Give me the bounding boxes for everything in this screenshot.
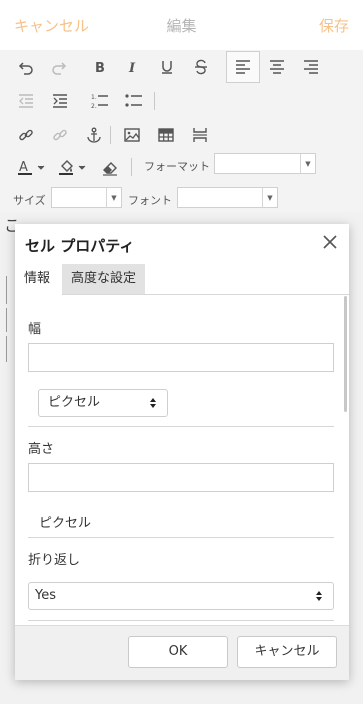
toolbar-separator: [131, 158, 132, 176]
align-center-icon[interactable]: [265, 56, 289, 78]
font-select[interactable]: ▼: [177, 187, 278, 208]
tab-advanced[interactable]: 高度な設定: [62, 264, 146, 294]
anchor-icon[interactable]: [82, 124, 106, 146]
svg-text:A: A: [19, 160, 28, 175]
wrap-label: 折り返し: [28, 553, 81, 568]
align-left-icon[interactable]: [226, 51, 260, 83]
section-divider: [28, 426, 334, 427]
strikethrough-icon[interactable]: [189, 56, 213, 78]
width-unit-select[interactable]: ピクセル: [38, 389, 168, 417]
header-title: 編集: [166, 17, 197, 35]
up-down-chevron-icon: [150, 398, 156, 408]
tab-general[interactable]: 情報: [15, 264, 60, 294]
undo-icon[interactable]: [14, 56, 38, 78]
width-input[interactable]: [28, 343, 334, 372]
toolbar-separator: [154, 92, 155, 110]
height-unit-value[interactable]: ピクセル: [39, 512, 91, 531]
svg-text:B: B: [95, 61, 105, 75]
outdent-icon[interactable]: [14, 90, 38, 112]
link-icon[interactable]: [14, 124, 38, 146]
background-color-dropdown-icon[interactable]: [76, 157, 88, 179]
svg-text:2.: 2.: [91, 103, 97, 109]
italic-icon[interactable]: I: [121, 56, 145, 78]
close-icon[interactable]: [321, 233, 339, 251]
ok-button[interactable]: OK: [128, 636, 228, 668]
unlink-icon[interactable]: [48, 124, 72, 146]
dialog-tabs: 情報 高度な設定: [15, 264, 349, 294]
cell-properties-dialog: セル プロパティ 情報 高度な設定 幅 ピクセル 高さ ピクセル 折り返し Ye…: [15, 224, 349, 680]
underline-icon[interactable]: [155, 56, 179, 78]
editor-toolbar: B I 1. 2. A フォーマット ▼ サイズ ▼ フォント ▼: [0, 50, 363, 212]
image-icon[interactable]: [120, 124, 144, 146]
width-label: 幅: [28, 322, 42, 337]
chevron-down-icon: ▼: [262, 188, 277, 207]
toolbar-separator: [110, 126, 111, 144]
font-color-dropdown-icon[interactable]: [35, 157, 47, 179]
align-right-icon[interactable]: [299, 56, 323, 78]
size-select[interactable]: ▼: [51, 187, 122, 208]
wrap-select-value: Yes: [35, 588, 56, 603]
header-save-button[interactable]: 保存: [319, 15, 349, 36]
font-label: フォント: [128, 194, 172, 207]
clear-formatting-icon[interactable]: [98, 157, 122, 179]
chevron-down-icon: ▼: [300, 154, 315, 173]
dialog-scrollbar[interactable]: [344, 296, 347, 412]
page-break-icon[interactable]: [188, 124, 212, 146]
size-label: サイズ: [13, 194, 46, 207]
up-down-chevron-icon: [316, 591, 322, 601]
dialog-body: 幅 ピクセル 高さ ピクセル 折り返し Yes: [15, 295, 349, 625]
dialog-title: セル プロパティ: [25, 237, 135, 255]
redo-icon[interactable]: [47, 56, 71, 78]
numbered-list-icon[interactable]: 1. 2.: [88, 90, 112, 112]
cancel-button[interactable]: キャンセル: [237, 636, 337, 668]
svg-text:1.: 1.: [91, 94, 97, 101]
format-select[interactable]: ▼: [214, 153, 316, 174]
indent-icon[interactable]: [48, 90, 72, 112]
wrap-select[interactable]: Yes: [28, 582, 334, 610]
width-unit-value: ピクセル: [48, 395, 101, 410]
dialog-footer: OK キャンセル: [15, 625, 349, 680]
height-input[interactable]: [28, 463, 334, 492]
svg-text:I: I: [128, 61, 136, 75]
section-divider: [28, 537, 334, 538]
height-label: 高さ: [28, 442, 55, 457]
table-icon[interactable]: [154, 124, 178, 146]
section-divider: [28, 620, 334, 621]
top-bar: キャンセル 編集 保存: [0, 0, 363, 51]
bullet-list-icon[interactable]: [122, 90, 146, 112]
bold-icon[interactable]: B: [88, 56, 112, 78]
chevron-down-icon: ▼: [106, 188, 121, 207]
format-label: フォーマット: [144, 160, 210, 173]
